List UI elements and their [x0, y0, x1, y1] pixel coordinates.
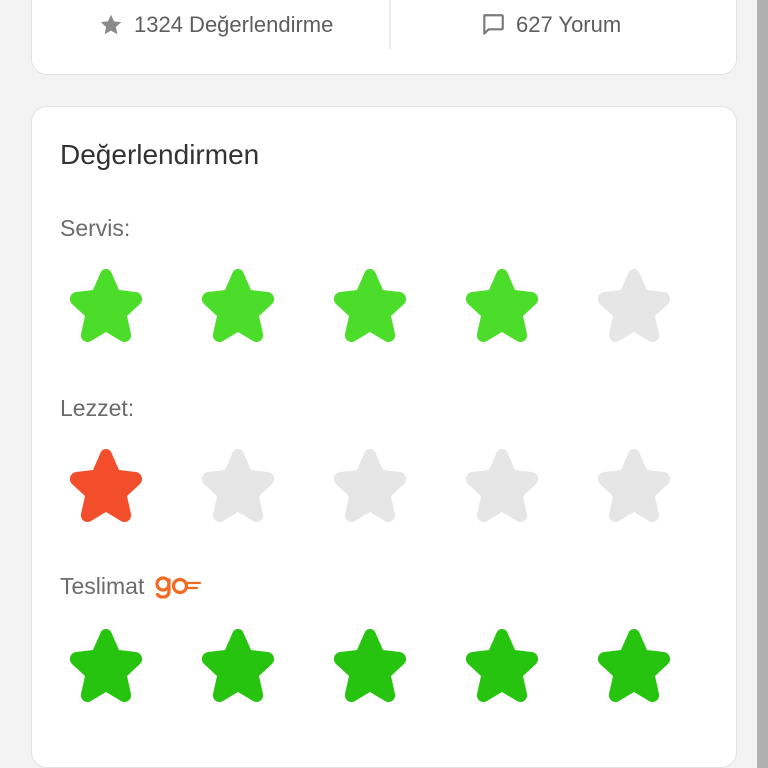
- your-rating-card: Değerlendirmen Servis: Lezzet: Teslimat: [31, 106, 737, 768]
- star-icon: [465, 449, 539, 523]
- star-icon: [201, 269, 275, 343]
- taste-star-4-empty[interactable]: [454, 443, 550, 539]
- taste-stars: [58, 443, 682, 539]
- delivery-stars: [58, 623, 682, 719]
- rating-title: Değerlendirmen: [60, 139, 260, 170]
- star-icon: [465, 269, 539, 343]
- star-icon: [597, 269, 671, 343]
- star-icon: [201, 449, 275, 523]
- restaurant-stats-card: 1324 Değerlendirme 627 Yorum: [31, 0, 737, 75]
- delivery-star-5-filled[interactable]: [586, 623, 682, 719]
- delivery-star-2-filled[interactable]: [190, 623, 286, 719]
- service-label-text: Servis:: [60, 215, 131, 241]
- service-star-5-empty[interactable]: [586, 263, 682, 359]
- service-star-1-filled[interactable]: [58, 263, 154, 359]
- star-icon: [333, 449, 407, 523]
- taste-star-1-filled[interactable]: [58, 443, 154, 539]
- taste-star-3-empty[interactable]: [322, 443, 418, 539]
- delivery-star-3-filled[interactable]: [322, 623, 418, 719]
- star-icon: [201, 629, 275, 703]
- star-icon: [333, 629, 407, 703]
- service-star-2-filled[interactable]: [190, 263, 286, 359]
- taste-label: Lezzet:: [60, 395, 134, 422]
- star-icon: [100, 14, 122, 35]
- taste-label-text: Lezzet:: [60, 395, 135, 421]
- scrollbar[interactable]: [757, 0, 768, 768]
- star-icon: [333, 269, 407, 343]
- star-icon: [597, 449, 671, 523]
- comments-count[interactable]: 627 Yorum: [480, 12, 621, 38]
- delivery-label: Teslimat: [60, 573, 202, 600]
- service-star-3-filled[interactable]: [322, 263, 418, 359]
- comments-count-text: 627 Yorum: [516, 12, 622, 37]
- star-icon: [465, 629, 539, 703]
- taste-star-5-empty[interactable]: [586, 443, 682, 539]
- stats-divider: [389, 0, 391, 49]
- service-star-4-filled[interactable]: [454, 263, 550, 359]
- star-icon: [69, 629, 143, 703]
- star-icon: [597, 629, 671, 703]
- ratings-count-text: 1324 Değerlendirme: [134, 12, 334, 37]
- star-icon: [69, 269, 143, 343]
- delivery-label-text: Teslimat: [60, 573, 145, 599]
- ratings-count: 1324 Değerlendirme: [98, 12, 333, 38]
- delivery-star-4-filled[interactable]: [454, 623, 550, 719]
- service-stars: [58, 263, 682, 359]
- star-icon: [69, 449, 143, 523]
- delivery-star-1-filled[interactable]: [58, 623, 154, 719]
- taste-star-2-empty[interactable]: [190, 443, 286, 539]
- comment-icon: [483, 14, 504, 35]
- go-logo: [155, 575, 202, 599]
- service-label: Servis:: [60, 215, 130, 242]
